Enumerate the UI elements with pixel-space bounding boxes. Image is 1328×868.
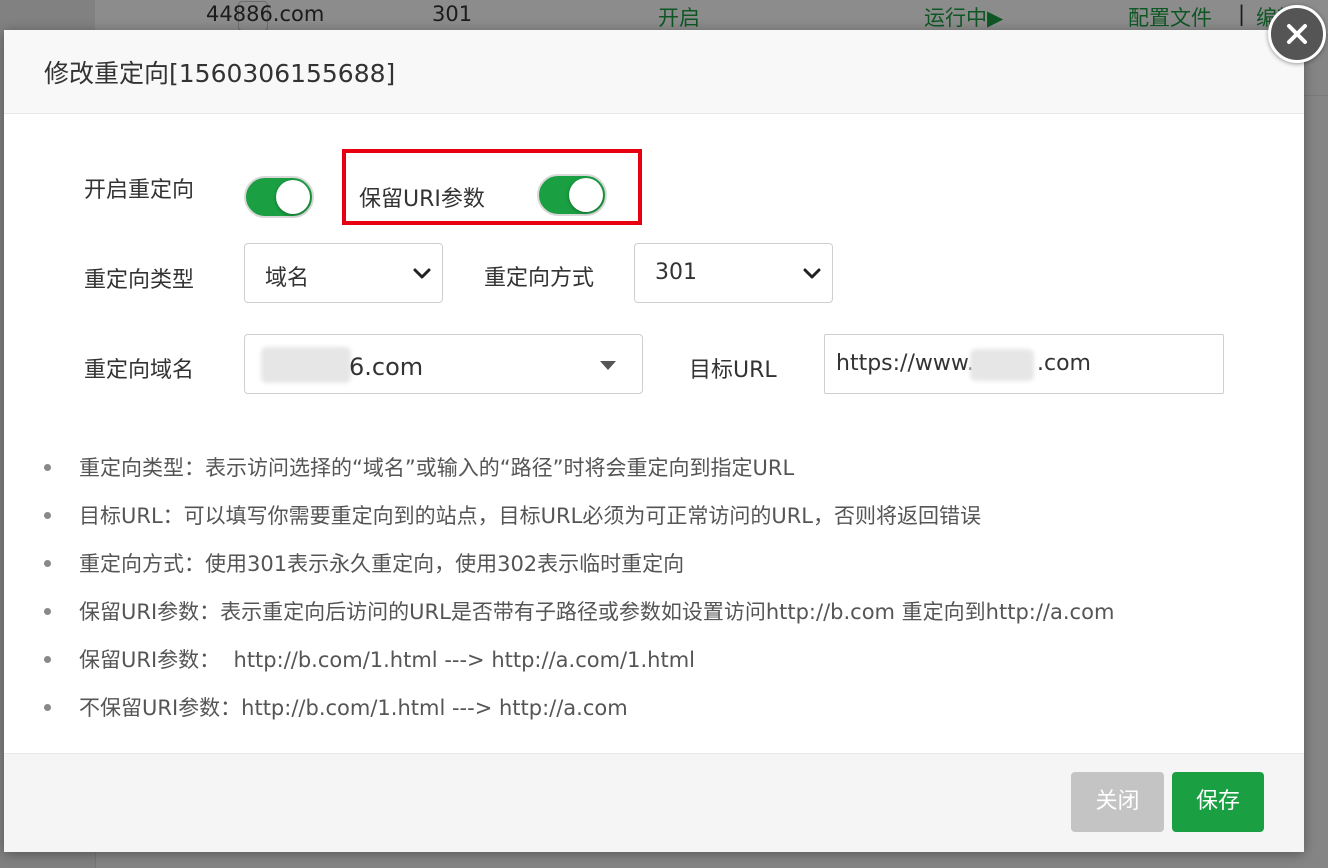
enable-redirect-label: 开启重定向 [84,178,195,203]
caret-down-icon [600,361,616,370]
tip-item: 不保留URI参数：http://b.com/1.html ---> http:/… [79,696,628,720]
dialog-close-button[interactable] [1268,5,1326,63]
redacted-text [970,349,1034,381]
dialog-header: 修改重定向[1560306155688] [4,30,1304,114]
close-button[interactable]: 关闭 [1071,772,1164,832]
dialog-title: 修改重定向[1560306155688] [44,59,396,88]
bullet-icon [44,512,51,519]
target-url-prefix: https://www.4 [836,351,988,376]
bullet-icon [44,656,51,663]
keep-uri-params-label: 保留URI参数 [359,187,485,212]
target-url-input[interactable]: https://www.4 .com [824,334,1224,394]
redirect-type-select[interactable]: 域名 [244,243,443,303]
dialog-footer: 关闭 保存 [4,753,1304,852]
bullet-icon [44,608,51,615]
redirect-domain-label: 重定向域名 [84,358,195,383]
tip-item: 重定向方式：使用301表示永久重定向，使用302表示临时重定向 [79,552,685,576]
chevron-down-icon [803,268,821,279]
switch-knob [276,180,310,214]
redirect-method-value: 301 [655,260,697,285]
tip-item: 目标URL：可以填写你需要重定向到的站点，目标URL必须为可正常访问的URL，否… [79,504,981,528]
switch-knob [569,178,603,212]
redirect-domain-combobox[interactable]: 6.com [244,334,643,394]
close-icon [1287,24,1307,44]
tip-item: 保留URI参数： http://b.com/1.html ---> http:/… [79,648,695,672]
redirect-method-label: 重定向方式 [484,266,595,291]
enable-redirect-switch[interactable] [244,176,314,218]
bullet-icon [44,560,51,567]
save-button[interactable]: 保存 [1172,772,1264,832]
tip-item: 保留URI参数：表示重定向后访问的URL是否带有子路径或参数如设置访问http:… [79,600,1115,624]
target-url-suffix: .com [1037,351,1091,376]
keep-uri-params-switch[interactable] [537,174,607,216]
bullet-icon [44,464,51,471]
bullet-icon [44,704,51,711]
redirect-domain-value: 6.com [349,353,424,381]
redirect-dialog: 修改重定向[1560306155688] 开启重定向 保留URI参数 重定向类型… [4,30,1304,852]
chevron-down-icon [413,268,431,279]
target-url-label: 目标URL [689,358,777,383]
tip-item: 重定向类型：表示访问选择的“域名”或输入的“路径”时将会重定向到指定URL [79,456,795,480]
redirect-method-select[interactable]: 301 [634,243,833,303]
redirect-type-label: 重定向类型 [84,268,195,293]
redirect-type-value: 域名 [265,266,310,291]
redacted-text [261,347,351,383]
